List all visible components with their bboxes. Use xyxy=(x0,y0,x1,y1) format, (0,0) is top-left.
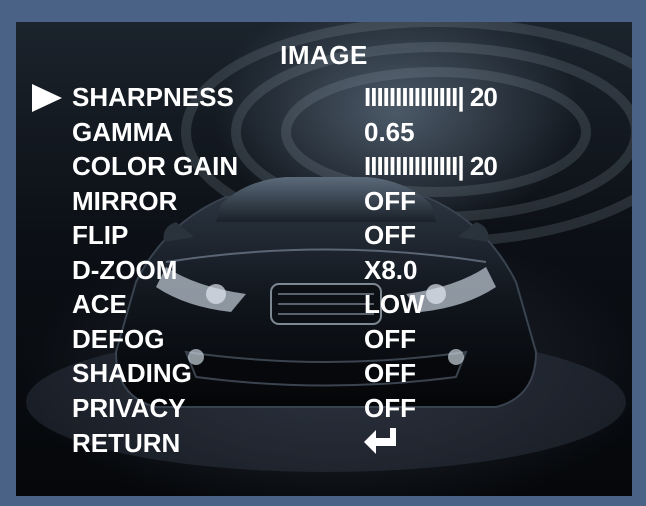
defog-value: OFF xyxy=(364,324,416,354)
menu-item-label: FLIP xyxy=(72,220,129,250)
menu-item-label: COLOR GAIN xyxy=(72,151,239,181)
menu-item-ace[interactable]: ACE LOW xyxy=(72,287,592,321)
triangle-right-icon xyxy=(32,84,62,112)
enter-arrow-icon xyxy=(364,426,398,464)
menu-item-color-gain[interactable]: COLOR GAIN IIIIIIIIIIIIIII| 20 xyxy=(72,149,592,183)
d-zoom-value: X8.0 xyxy=(364,255,418,285)
osd-screen: IMAGE SHARPNESS IIIIIIIIIIIIIII| 20 GAMM… xyxy=(16,22,632,496)
mirror-value: OFF xyxy=(364,186,416,216)
color-gain-value: IIIIIIIIIIIIIII| 20 xyxy=(364,151,498,181)
gamma-value: 0.65 xyxy=(364,117,415,147)
menu-item-shading[interactable]: SHADING OFF xyxy=(72,356,592,390)
flip-value: OFF xyxy=(364,220,416,250)
menu-item-label: D-ZOOM xyxy=(72,255,178,285)
menu-item-label: PRIVACY xyxy=(72,393,186,423)
menu-item-label: MIRROR xyxy=(72,186,178,216)
menu-item-label: RETURN xyxy=(72,428,181,458)
menu-item-label: DEFOG xyxy=(72,324,165,354)
menu-item-label: SHARPNESS xyxy=(72,82,234,112)
privacy-value: OFF xyxy=(364,393,416,423)
menu-item-gamma[interactable]: GAMMA 0.65 xyxy=(72,115,592,149)
menu-item-defog[interactable]: DEFOG OFF xyxy=(72,322,592,356)
ace-value: LOW xyxy=(364,289,425,319)
menu-item-sharpness[interactable]: SHARPNESS IIIIIIIIIIIIIII| 20 xyxy=(32,80,592,114)
menu-item-return[interactable]: RETURN xyxy=(72,426,592,460)
menu-item-label: GAMMA xyxy=(72,117,174,147)
menu-item-d-zoom[interactable]: D-ZOOM X8.0 xyxy=(72,253,592,287)
menu-item-label: ACE xyxy=(72,289,127,319)
menu-item-privacy[interactable]: PRIVACY OFF xyxy=(72,391,592,425)
sharpness-value: IIIIIIIIIIIIIII| 20 xyxy=(364,82,498,112)
menu-item-mirror[interactable]: MIRROR OFF xyxy=(72,184,592,218)
shading-value: OFF xyxy=(364,358,416,388)
menu-item-label: SHADING xyxy=(72,358,192,388)
menu-item-flip[interactable]: FLIP OFF xyxy=(72,218,592,252)
menu-title: IMAGE xyxy=(280,40,368,70)
